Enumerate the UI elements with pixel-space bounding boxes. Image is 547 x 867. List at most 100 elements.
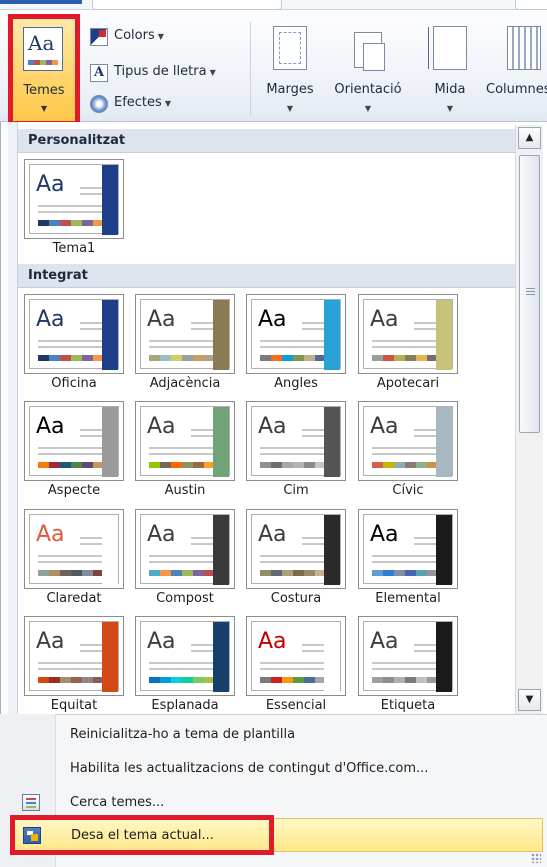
margins-icon — [273, 26, 307, 70]
effects-label: Efectes — [114, 95, 162, 110]
theme-tile[interactable]: Aa Angles — [246, 294, 346, 394]
theme-thumbnail: Aa — [358, 401, 458, 481]
scroll-grip-icon — [526, 288, 535, 296]
theme-preview-line — [149, 346, 215, 348]
theme-accent-stripe — [436, 622, 452, 692]
theme-thumbnail: Aa — [246, 616, 346, 696]
theme-color-swatch — [149, 677, 215, 683]
theme-color-swatch — [260, 677, 326, 683]
orientation-button[interactable]: Orientació ▼ — [328, 26, 408, 118]
theme-preview-line — [149, 447, 215, 449]
ribbon-tab-edge-right — [515, 0, 547, 10]
theme-preview-line — [149, 668, 215, 670]
highlight-frame-themes — [8, 14, 80, 126]
menu-item-reset-theme[interactable]: Reinicialitza-ho a tema de plantilla — [0, 718, 547, 752]
theme-preview-line — [260, 447, 326, 449]
theme-tile[interactable]: Aa Costura — [246, 509, 346, 609]
size-label: Mida — [434, 82, 466, 97]
theme-preview-glyph: Aa — [36, 414, 65, 439]
theme-preview-line — [260, 340, 326, 342]
theme-color-swatch — [372, 355, 438, 361]
theme-preview-page: Aa — [251, 621, 341, 692]
theme-preview-glyph: Aa — [36, 522, 65, 547]
theme-tile[interactable]: Aa Tema1 — [24, 159, 124, 259]
theme-tile[interactable]: Aa Aspecte — [24, 401, 124, 501]
fonts-label: Tipus de lletra — [114, 64, 207, 79]
theme-preview-page: Aa — [29, 406, 119, 477]
theme-name: Esplanada — [151, 698, 219, 713]
theme-name: Etiqueta — [380, 698, 436, 713]
columns-icon — [507, 26, 541, 70]
theme-preview-line — [38, 561, 104, 563]
theme-preview-page: Aa — [140, 406, 230, 477]
section-header-builtin: Integrat — [18, 264, 515, 288]
theme-tile[interactable]: Aa Apotecari — [358, 294, 458, 394]
theme-name: Costura — [270, 591, 322, 606]
theme-preview-line — [149, 453, 215, 455]
menu-item-label: Habilita les actualitzacions de contingu… — [70, 761, 429, 776]
theme-name: Tema1 — [52, 241, 96, 256]
theme-preview-line — [149, 662, 215, 664]
theme-thumbnail: Aa — [135, 401, 235, 481]
theme-preview-glyph: Aa — [258, 522, 287, 547]
theme-preview-line — [260, 555, 326, 557]
theme-preview-glyph: Aa — [370, 414, 399, 439]
theme-tile[interactable]: Aa Essencial — [246, 616, 346, 716]
theme-preview-line — [372, 447, 438, 449]
theme-accent-stripe — [102, 515, 118, 585]
theme-color-swatch — [149, 462, 215, 468]
theme-preview-page: Aa — [29, 164, 119, 235]
theme-color-swatch — [38, 570, 104, 576]
theme-color-swatch — [149, 355, 215, 361]
theme-tile[interactable]: Aa Claredat — [24, 509, 124, 609]
theme-preview-line — [372, 453, 438, 455]
theme-tile[interactable]: Aa Etiqueta — [358, 616, 458, 716]
theme-preview-page: Aa — [363, 406, 453, 477]
menu-item-enable-updates[interactable]: Habilita les actualitzacions de contingu… — [0, 752, 547, 786]
scroll-down-button[interactable]: ▼ — [518, 689, 541, 711]
theme-preview-page: Aa — [140, 514, 230, 585]
theme-thumbnail: Aa — [24, 159, 124, 239]
theme-tile[interactable]: Aa Cim — [246, 401, 346, 501]
theme-tile[interactable]: Aa Oficina — [24, 294, 124, 394]
theme-thumbnail: Aa — [358, 509, 458, 589]
theme-preview-line — [372, 340, 438, 342]
theme-accent-stripe — [324, 622, 340, 692]
gallery-scrollbar[interactable]: ▲ ▼ — [515, 125, 543, 715]
theme-tile[interactable]: Aa Compost — [135, 509, 235, 609]
theme-preview-line — [372, 555, 438, 557]
theme-accent-stripe — [213, 407, 229, 477]
margins-button[interactable]: Marges ▼ — [250, 26, 330, 118]
theme-name: Cim — [283, 483, 309, 498]
theme-preview-glyph: Aa — [147, 414, 176, 439]
scroll-up-button[interactable]: ▲ — [518, 127, 541, 149]
theme-tile[interactable]: Aa Cívic — [358, 401, 458, 501]
theme-color-swatch — [149, 570, 215, 576]
theme-tile[interactable]: Aa Esplanada — [135, 616, 235, 716]
theme-color-swatch — [38, 220, 104, 226]
theme-preview-line — [260, 453, 326, 455]
theme-preview-line — [372, 662, 438, 664]
theme-tile[interactable]: Aa Austin — [135, 401, 235, 501]
theme-tile[interactable]: Aa Equitat — [24, 616, 124, 716]
theme-preview-line — [260, 668, 326, 670]
theme-tile[interactable]: Aa Adjacència — [135, 294, 235, 394]
font-icon: A — [90, 64, 108, 82]
browse-themes-icon — [22, 794, 40, 811]
ribbon-tab-edge — [92, 0, 282, 10]
effects-icon — [90, 95, 108, 113]
theme-accent-stripe — [213, 622, 229, 692]
size-button[interactable]: Mida ▼ — [410, 26, 490, 118]
scroll-thumb[interactable] — [519, 155, 540, 433]
resize-grip-icon[interactable] — [531, 853, 541, 863]
theme-preview-line — [38, 662, 104, 664]
theme-thumbnail: Aa — [246, 401, 346, 481]
theme-thumbnail: Aa — [135, 616, 235, 696]
theme-preview-glyph: Aa — [36, 629, 65, 654]
theme-preview-page: Aa — [140, 299, 230, 370]
columns-button[interactable]: Columnes — [484, 26, 547, 118]
theme-preview-line — [38, 453, 104, 455]
theme-accent-stripe — [102, 165, 118, 235]
theme-tile[interactable]: Aa Elemental — [358, 509, 458, 609]
theme-preview-line — [38, 211, 104, 213]
